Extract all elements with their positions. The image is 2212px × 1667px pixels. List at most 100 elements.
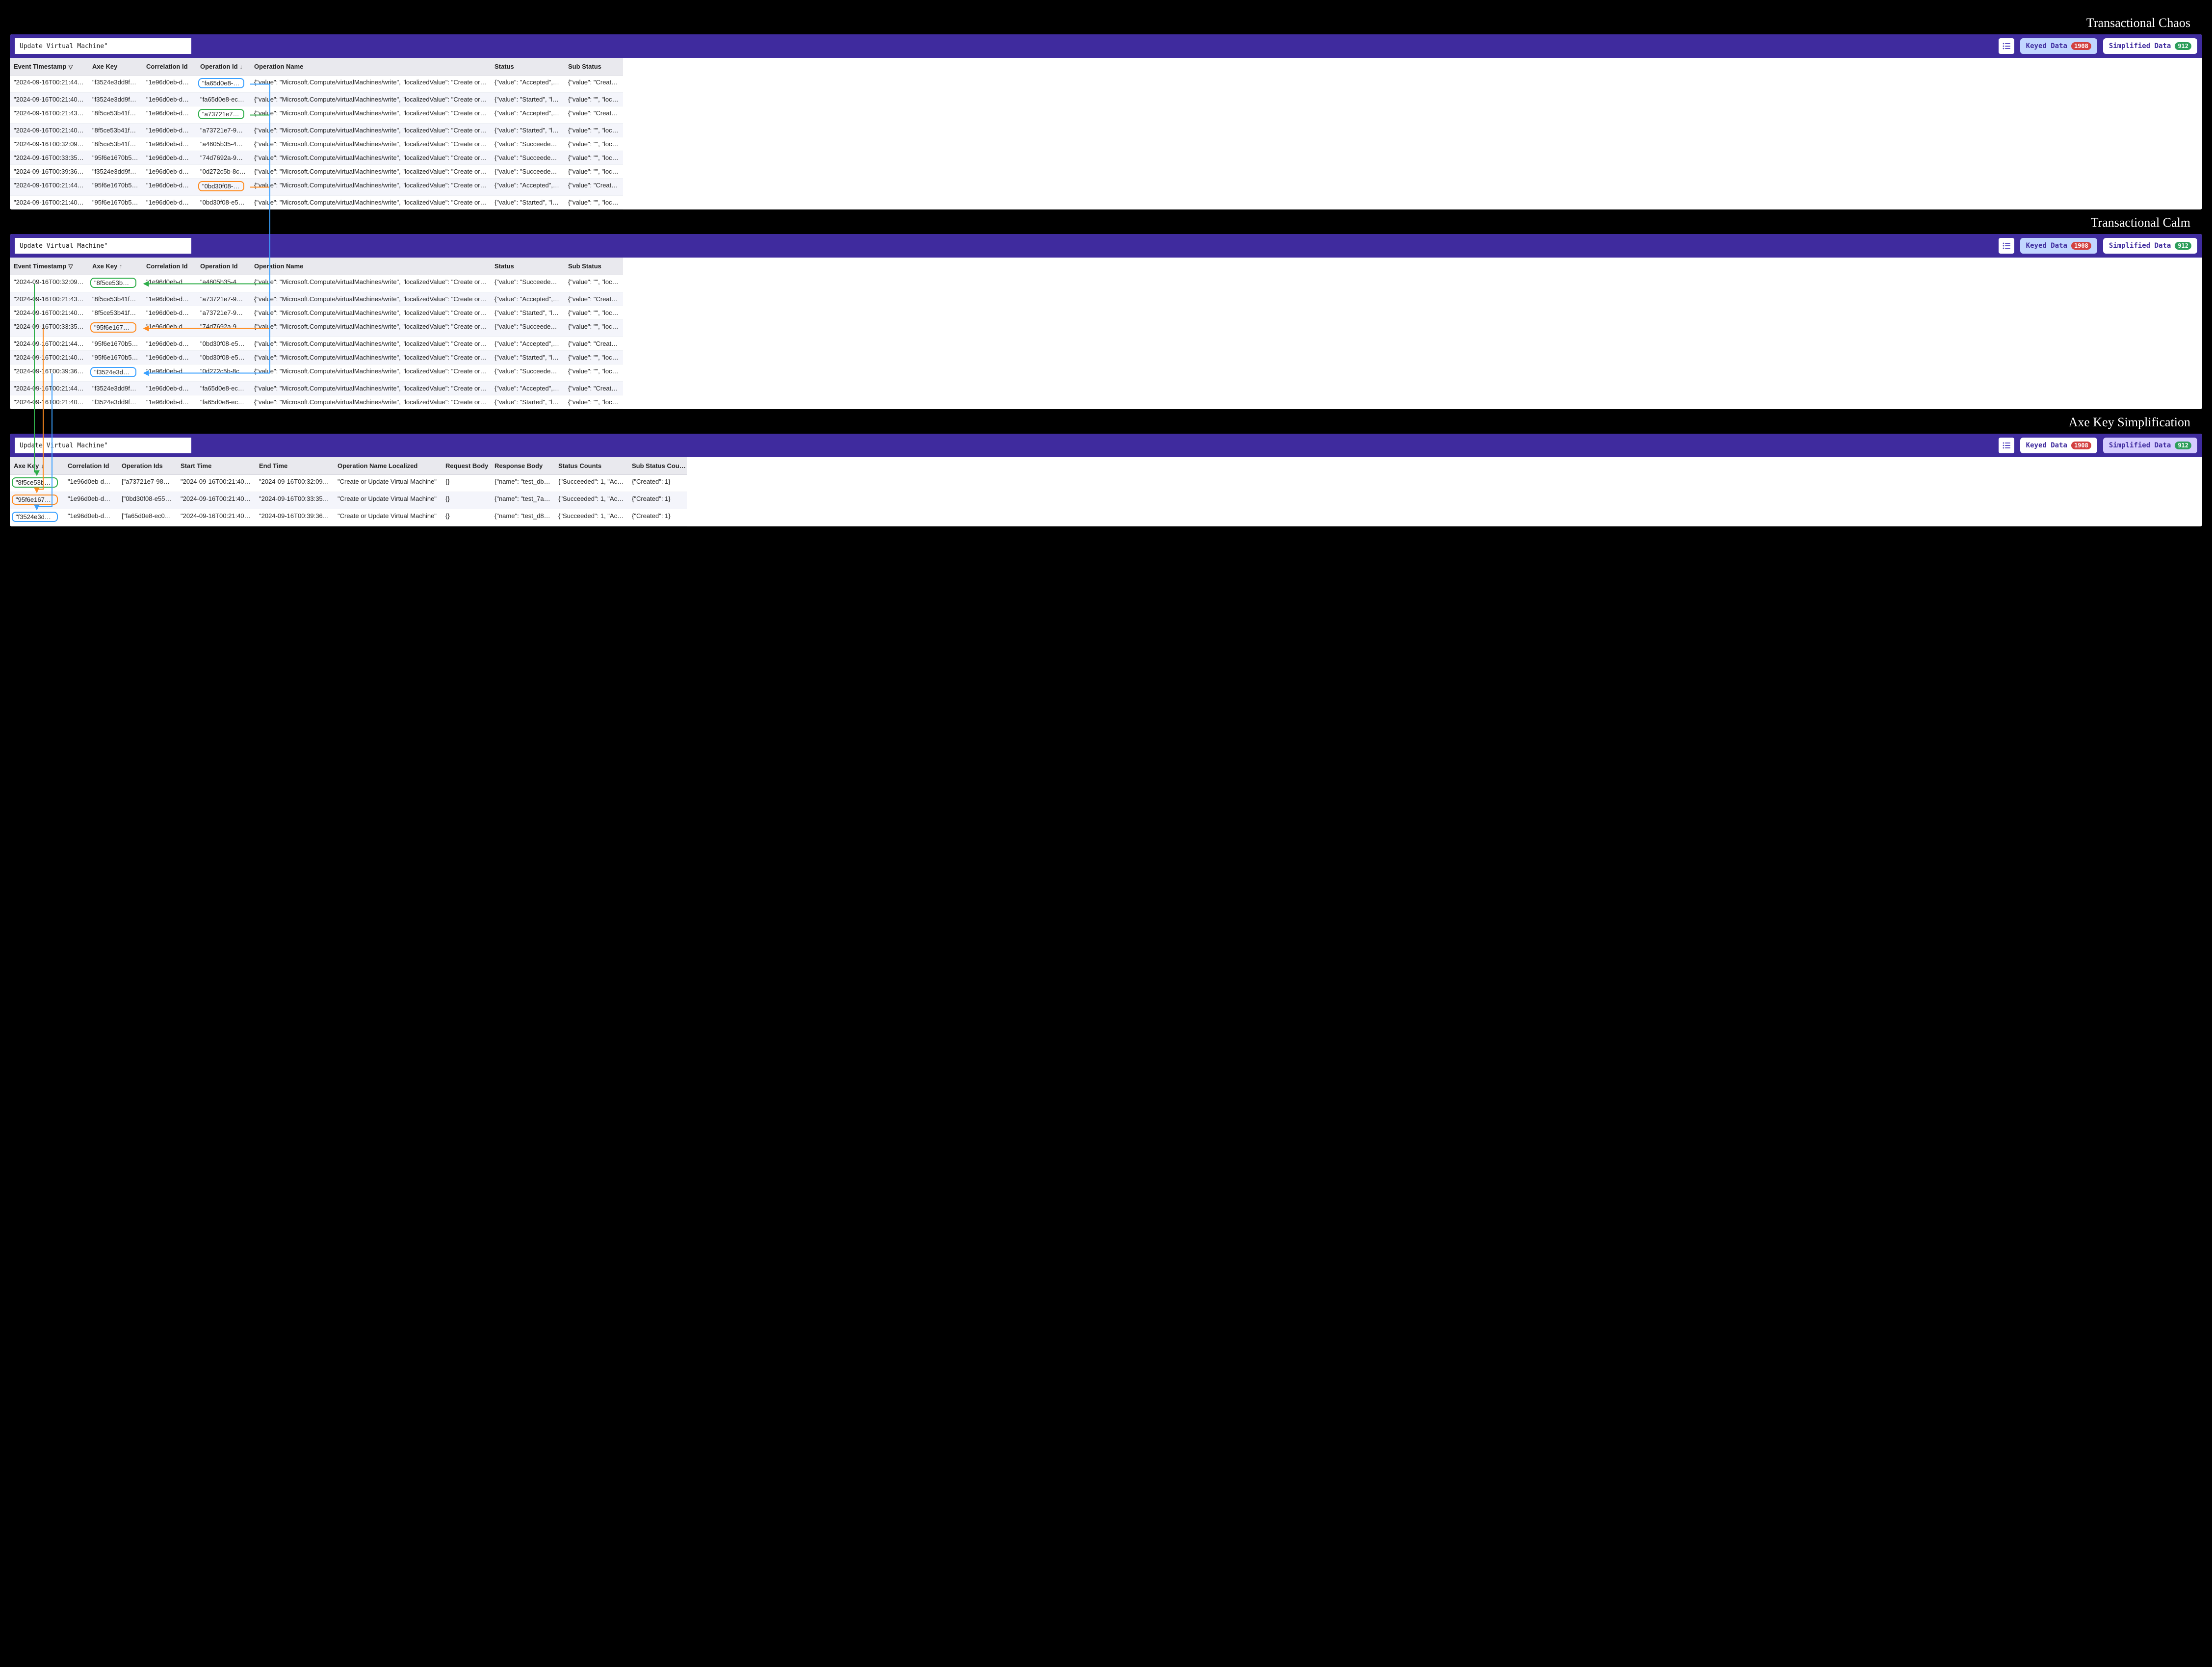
table-cell: "2024-09-16T00:21:40.24… [177, 509, 255, 526]
table-cell: {"value": "Started", "local… [491, 395, 564, 409]
col-operation-ids[interactable]: Operation Ids [118, 457, 177, 475]
col-start-time[interactable]: Start Time [177, 457, 255, 475]
table-cell: "1e96d0eb-d8f… [64, 509, 118, 526]
col-status[interactable]: Status [491, 58, 564, 76]
table-cell: "1e96d0eb-d8f5-… [142, 196, 196, 209]
table-cell: {"value": "Microsoft.Compute/virtualMach… [250, 93, 491, 106]
table-cell: {} [442, 509, 491, 526]
col-operation-id[interactable]: Operation Id [196, 258, 250, 275]
table-cell: {"value": "", "localized… [564, 306, 623, 320]
col-operation-name[interactable]: Operation Name [250, 58, 491, 76]
table-cell: {"value": "Microsoft.Compute/virtualMach… [250, 382, 491, 395]
view-toggle-icon[interactable] [1999, 438, 2014, 453]
col-axe-key[interactable]: Axe Key↓ [10, 457, 64, 475]
col-status-counts[interactable]: Status Counts [554, 457, 628, 475]
table-cell: "2024-09-16T00:21:44.5… [10, 179, 88, 196]
table-cell: {"value": "Microsoft.Compute/virtualMach… [250, 196, 491, 209]
table-cell: {"value": "", "localized… [564, 151, 623, 165]
table-cell: {"value": "Succeeded", "l… [491, 165, 564, 179]
table-cell: {"value": "Microsoft.Compute/virtualMach… [250, 165, 491, 179]
section-title-calm: Transactional Calm [22, 215, 2190, 230]
section-title-chaos: Transactional Chaos [22, 16, 2190, 30]
table-cell: {"name": "test_d82… [491, 509, 554, 526]
table-cell: "1e96d0eb-d8f5-… [142, 337, 196, 351]
panel-simplification: Keyed Data 1908 Simplified Data 912 Axe … [10, 434, 2202, 526]
col-correlation-id[interactable]: Correlation Id [64, 457, 118, 475]
view-toggle-icon[interactable] [1999, 38, 2014, 54]
col-correlation-id[interactable]: Correlation Id [142, 258, 196, 275]
keyed-data-count: 1908 [2071, 242, 2091, 250]
view-toggle-icon[interactable] [1999, 238, 2014, 254]
col-operation-id[interactable]: Operation Id↓ [196, 58, 250, 76]
table-cell: {"value": "Succeeded", "l… [491, 365, 564, 382]
col-sub-status[interactable]: Sub Status [564, 58, 623, 76]
table-cell: {"value": "Started", "local… [491, 93, 564, 106]
col-operation-name[interactable]: Operation Name [250, 258, 491, 275]
table-cell: "1e96d0eb-d8f5-… [142, 320, 196, 337]
table-cell: "f3524e3dd9fe3… [88, 93, 142, 106]
table-cell: "95f6e1670b547… [88, 196, 142, 209]
table-cell: "1e96d0eb-d8f5-… [142, 306, 196, 320]
table-cell: "2024-09-16T00:21:43.9… [10, 292, 88, 306]
panel-chaos: Keyed Data 1908 Simplified Data 912 Even… [10, 34, 2202, 209]
search-input[interactable] [15, 238, 191, 254]
table-cell: "8f5ce53b41f73… [88, 306, 142, 320]
sort-desc-icon: ↓ [41, 463, 44, 469]
keyed-data-button[interactable]: Keyed Data 1908 [2020, 238, 2097, 254]
simplified-data-button[interactable]: Simplified Data 912 [2103, 438, 2197, 453]
table-cell: "fa65d0e8-ec0a-… [196, 93, 250, 106]
search-input[interactable] [15, 438, 191, 453]
table-cell: "95f6e1670b547… [88, 179, 142, 196]
keyed-data-button[interactable]: Keyed Data 1908 [2020, 38, 2097, 54]
col-sub-status[interactable]: Sub Status [564, 258, 623, 275]
table-cell: {"value": "Microsoft.Compute/virtualMach… [250, 106, 491, 124]
table-cell: "Create or Update Virtual Machine" [334, 475, 442, 492]
col-status[interactable]: Status [491, 258, 564, 275]
simplified-data-button[interactable]: Simplified Data 912 [2103, 238, 2197, 254]
col-axe-key[interactable]: Axe Key↑ [88, 258, 142, 275]
col-request-body[interactable]: Request Body [442, 457, 491, 475]
table-cell: {"value": "Microsoft.Compute/virtualMach… [250, 76, 491, 93]
table-cell: "8f5ce53b41f73… [88, 124, 142, 137]
table-cell: "1e96d0eb-d8f5-… [142, 124, 196, 137]
table-cell: {"value": "Microsoft.Compute/virtualMach… [250, 395, 491, 409]
col-response-body[interactable]: Response Body [491, 457, 554, 475]
table-cell: "a73721e7-9830-… [196, 106, 250, 124]
table-cell: {"Created": 1} [628, 509, 687, 526]
col-axe-key[interactable]: Axe Key [88, 58, 142, 76]
keyed-data-label: Keyed Data [2026, 442, 2067, 449]
table-cell: "2024-09-16T00:21:40.4… [10, 124, 88, 137]
col-correlation-id[interactable]: Correlation Id [142, 58, 196, 76]
table-cell: "1e96d0eb-d8f5-… [142, 106, 196, 124]
col-event-timestamp[interactable]: Event Timestamp▽ [10, 258, 88, 275]
table-cell: {"value": "", "localized… [564, 196, 623, 209]
table-cell: {"Succeeded": 1, "Acc… [554, 509, 628, 526]
table-cell: "2024-09-16T00:32:09… [255, 475, 334, 492]
table-cell: {"value": "Accepted", "lo… [491, 382, 564, 395]
table-cell: "2024-09-16T00:32:09.6… [10, 275, 88, 292]
keyed-data-count: 1908 [2071, 42, 2091, 50]
table-cell: {"Succeeded": 1, "Acc… [554, 475, 628, 492]
table-cell: "1e96d0eb-d8f… [64, 492, 118, 509]
table-cell: {"value": "", "localized… [564, 275, 623, 292]
table-cell: {"value": "Succeeded", "l… [491, 320, 564, 337]
sort-asc-icon: ↑ [119, 263, 122, 270]
table-cell: "1e96d0eb-d8f5-… [142, 275, 196, 292]
table-cell: "f3524e3dd9fe3… [88, 365, 142, 382]
col-operation-name-localized[interactable]: Operation Name Localized [334, 457, 442, 475]
search-input[interactable] [15, 38, 191, 54]
table-cell: "2024-09-16T00:21:40.2… [10, 93, 88, 106]
sort-desc-icon: ↓ [240, 63, 243, 70]
table-cell: {"value": "", "localized… [564, 365, 623, 382]
simplified-data-count: 912 [2175, 42, 2191, 50]
table-cell: "74d7692a-9a9c-… [196, 151, 250, 165]
col-event-timestamp[interactable]: Event Timestamp▽ [10, 58, 88, 76]
col-sub-status-counts[interactable]: Sub Status Cou… [628, 457, 687, 475]
simplified-data-button[interactable]: Simplified Data 912 [2103, 38, 2197, 54]
keyed-data-button[interactable]: Keyed Data 1908 [2020, 438, 2097, 453]
table-cell: {"value": "Microsoft.Compute/virtualMach… [250, 351, 491, 365]
table-cell: "2024-09-16T00:39:36.5… [10, 365, 88, 382]
col-end-time[interactable]: End Time [255, 457, 334, 475]
table-cell: {"value": "Microsoft.Compute/virtualMach… [250, 292, 491, 306]
table-cell: "2024-09-16T00:21:44.5… [10, 337, 88, 351]
